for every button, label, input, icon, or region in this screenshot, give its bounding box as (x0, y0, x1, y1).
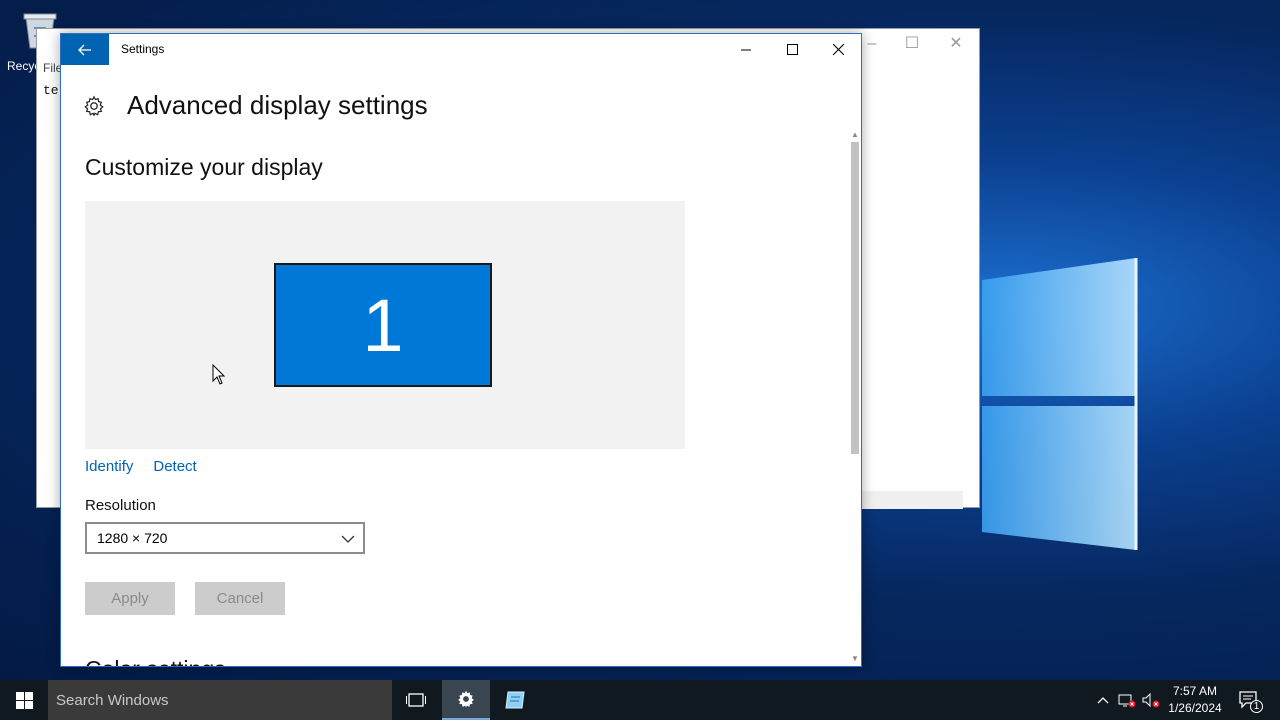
back-button[interactable] (61, 34, 109, 65)
notepad-maximize-icon[interactable]: ☐ (897, 33, 927, 55)
minimize-button[interactable] (723, 34, 769, 65)
start-button[interactable] (0, 680, 48, 720)
settings-window: Settings Advanced display settings Custo… (60, 33, 862, 667)
volume-tray-button[interactable] (1140, 680, 1162, 720)
page-header: Advanced display settings (83, 90, 428, 121)
maximize-icon (786, 44, 798, 55)
scroll-up-icon[interactable]: ▲ (849, 130, 861, 140)
notification-count-badge: 1 (1250, 700, 1263, 713)
notepad-icon (505, 691, 525, 709)
display-arrangement-area[interactable]: 1 (85, 201, 685, 449)
mouse-cursor-icon (212, 364, 226, 385)
notepad-text[interactable]: te (43, 83, 59, 98)
resolution-value: 1280 × 720 (97, 530, 168, 546)
chevron-up-icon (1097, 697, 1109, 704)
task-view-button[interactable] (392, 680, 440, 720)
clock-time: 7:57 AM (1172, 684, 1218, 698)
network-disconnected-icon (1118, 694, 1136, 708)
network-tray-button[interactable] (1116, 680, 1138, 720)
windows-start-icon (15, 691, 33, 709)
close-button[interactable] (815, 34, 861, 65)
taskbar-settings-app[interactable] (442, 680, 490, 720)
scroll-down-icon[interactable]: ▼ (849, 654, 861, 664)
task-view-icon (406, 693, 426, 707)
display-links: Identify Detect (85, 458, 197, 475)
taskbar-clock[interactable]: 7:57 AM 1/26/2024 (1162, 683, 1228, 717)
show-hidden-icons-button[interactable] (1092, 680, 1114, 720)
action-center-button[interactable]: 1 (1234, 680, 1264, 720)
window-title: Settings (121, 42, 165, 56)
volume-muted-icon (1142, 692, 1160, 708)
section-title: Customize your display (85, 154, 323, 180)
gear-icon (84, 95, 104, 116)
minimize-icon (741, 49, 751, 50)
taskbar: Search Windows 7:57 AM 1/26/2024 1 (0, 680, 1280, 720)
notepad-horizontal-scrollbar[interactable] (861, 491, 963, 509)
taskbar-notepad-app[interactable] (491, 680, 539, 720)
detect-link[interactable]: Detect (153, 458, 196, 475)
monitor-1-tile[interactable]: 1 (274, 263, 492, 387)
identify-link[interactable]: Identify (85, 458, 133, 475)
chevron-down-icon (341, 535, 355, 543)
close-icon (832, 44, 844, 55)
notepad-close-icon[interactable]: ✕ (941, 33, 971, 55)
color-settings-heading: Color settings (85, 656, 226, 666)
taskbar-search-box[interactable]: Search Windows (48, 680, 392, 720)
apply-button[interactable]: Apply (85, 582, 175, 615)
back-arrow-icon (78, 44, 91, 55)
cancel-button[interactable]: Cancel (195, 582, 285, 615)
settings-titlebar[interactable]: Settings (61, 34, 861, 65)
settings-gear-icon (458, 690, 474, 708)
scroll-thumb[interactable] (851, 142, 859, 454)
resolution-dropdown[interactable]: 1280 × 720 (85, 522, 365, 554)
search-placeholder: Search Windows (56, 691, 169, 709)
maximize-button[interactable] (769, 34, 815, 65)
clock-date: 1/26/2024 (1168, 701, 1222, 715)
windows-logo-wallpaper (982, 258, 1138, 550)
settings-vertical-scrollbar[interactable]: ▲ ▼ (849, 130, 861, 666)
resolution-label: Resolution (85, 497, 156, 514)
page-title: Advanced display settings (127, 90, 428, 120)
